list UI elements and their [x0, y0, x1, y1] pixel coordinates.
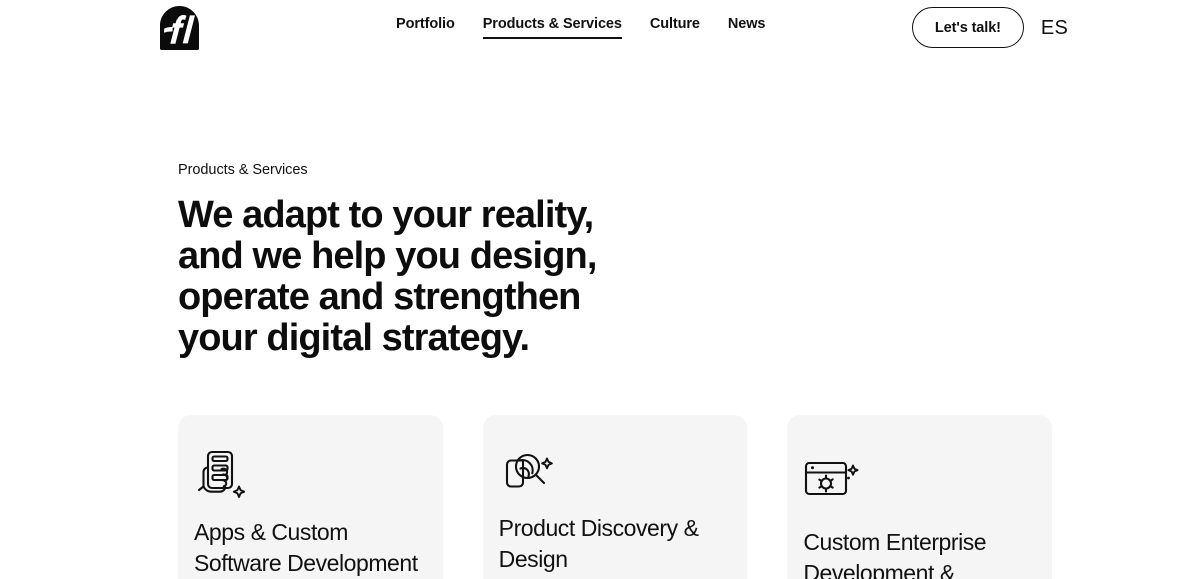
- browser-gear-icon: [805, 462, 859, 496]
- hand-holding-phone-icon: [197, 451, 246, 499]
- lets-talk-button[interactable]: Let's talk!: [911, 7, 1024, 48]
- nav-item-portfolio[interactable]: Portfolio: [396, 16, 455, 37]
- language-toggle[interactable]: ES: [1041, 18, 1068, 38]
- page-eyebrow: Products & Services: [178, 162, 308, 178]
- service-card-title: Custom Enterprise Development & Moderniz…: [803, 529, 987, 579]
- site-header: Portfolio Products & Services Culture Ne…: [0, 0, 1200, 55]
- fl-logo[interactable]: [160, 5, 199, 50]
- service-card-apps-custom-software[interactable]: Apps & Custom Software Development: [178, 415, 443, 579]
- services-card-grid: Apps & Custom Software Development Produ…: [0, 358, 1200, 579]
- fl-logo-icon: [160, 5, 199, 50]
- header-actions: Let's talk! ES: [911, 7, 1200, 48]
- hero-section: Products & Services We adapt to your rea…: [0, 55, 1200, 358]
- page-title: We adapt to your reality, and we help yo…: [178, 194, 597, 359]
- main-navigation: Portfolio Products & Services Culture Ne…: [396, 16, 765, 39]
- service-card-title: Apps & Custom Software Development: [194, 519, 418, 576]
- service-card-custom-enterprise-development[interactable]: Custom Enterprise Development & Moderniz…: [787, 415, 1053, 579]
- service-card-product-discovery-design[interactable]: Product Discovery & Design Design Thinki…: [482, 415, 748, 579]
- magnifier-document-icon: [505, 454, 553, 488]
- service-card-title: Product Discovery & Design: [498, 515, 699, 572]
- nav-item-products-services[interactable]: Products & Services: [482, 16, 622, 39]
- nav-item-news[interactable]: News: [728, 16, 766, 37]
- nav-item-culture[interactable]: Culture: [650, 16, 700, 37]
